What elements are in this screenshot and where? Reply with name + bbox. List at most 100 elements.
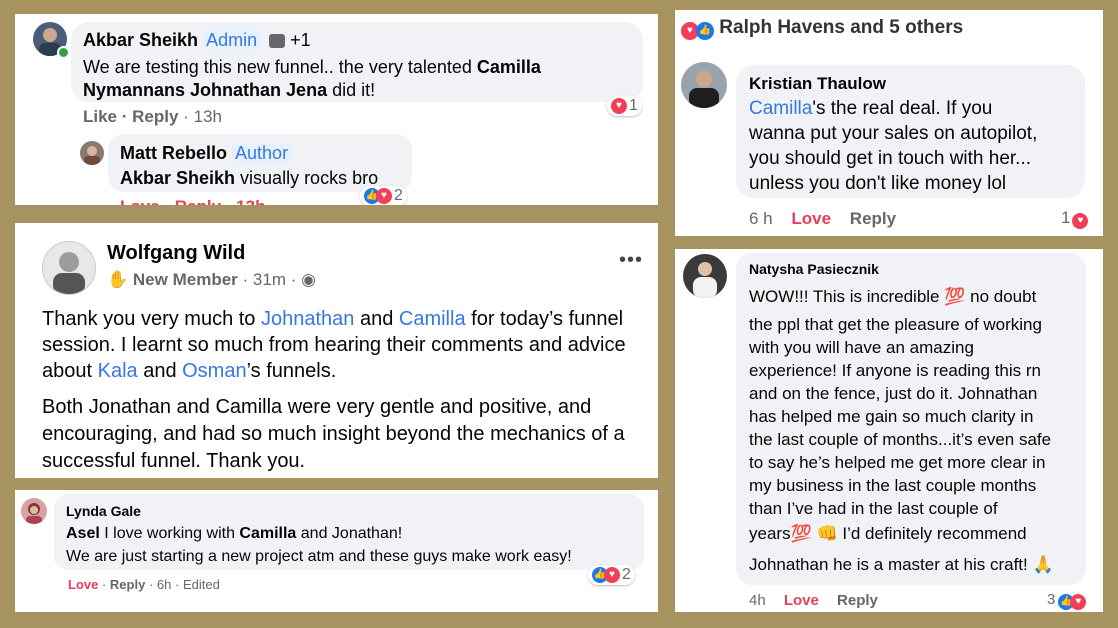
- comment-line-11: Johnathan he is a master at his craft! 🙏: [749, 555, 1054, 575]
- comment-line: than I’ve had in the last couple of: [749, 499, 998, 518]
- mention-camilla[interactable]: Camilla: [399, 308, 466, 330]
- post-line: encouraging, and had so much insight bey…: [42, 423, 625, 445]
- comment-text-part: and Jonathan!: [296, 525, 403, 542]
- separator: ·: [183, 107, 194, 126]
- cut-off-actions-text: Love · Reply · 13h: [120, 197, 265, 205]
- comment-panel-kristian: ♥ 👍 Ralph Havens and 5 others Kristian Th…: [675, 10, 1103, 236]
- avatar[interactable]: [681, 62, 727, 108]
- badge-count: +1: [290, 30, 311, 50]
- hundred-icon: 💯: [790, 524, 812, 543]
- post-line: successful funnel. Thank you.: [42, 450, 306, 472]
- reply-button[interactable]: Reply: [850, 209, 896, 228]
- timestamp[interactable]: 6 h: [749, 209, 773, 228]
- timestamp[interactable]: 6h: [157, 577, 171, 592]
- reactors-text[interactable]: Ralph Havens and 5 others: [719, 17, 963, 38]
- reaction-count[interactable]: 1 ♥: [1061, 208, 1089, 229]
- author-name[interactable]: Natysha Pasiecznik: [749, 261, 879, 277]
- reply-button[interactable]: Reply: [132, 107, 178, 126]
- post-text-part: about: [42, 360, 98, 382]
- separator: ·: [121, 107, 133, 126]
- reply-button[interactable]: Reply: [837, 592, 878, 609]
- reaction-summary[interactable]: ♥ 👍 Ralph Havens and 5 others: [681, 17, 963, 40]
- mention-camilla[interactable]: Camilla: [239, 525, 296, 542]
- author-name[interactable]: Matt Rebello: [120, 143, 227, 163]
- comment-line: the ppl that get the pleasure of working: [749, 315, 1042, 334]
- comment-text-part: I’d definitely recommend: [837, 524, 1027, 543]
- love-button[interactable]: Love: [68, 577, 98, 592]
- more-icon[interactable]: •••: [619, 249, 643, 272]
- separator: ·: [290, 270, 302, 289]
- reply-bubble: Matt Rebello Author Akbar Sheikh visuall…: [108, 134, 412, 192]
- mention-asel[interactable]: Asel: [66, 525, 100, 542]
- comment-line-1: WOW!!! This is incredible 💯 no doubt: [749, 287, 1036, 307]
- heart-icon: ♥: [1072, 213, 1089, 229]
- timestamp[interactable]: 31m: [253, 270, 286, 289]
- comment-actions: Love · Reply · 6h · Edited: [68, 577, 220, 592]
- heart-icon: ♥: [1070, 594, 1087, 610]
- comment-text: We are testing this new funnel.. the ver…: [83, 56, 541, 102]
- comment-line: We are just starting a new project atm a…: [66, 548, 572, 565]
- separator: ·: [148, 577, 157, 592]
- post-panel-wolfgang: Wolfgang Wild ✋ New Member · 31m · ◉ •••…: [15, 223, 658, 478]
- comment-panel-natysha: Natysha Pasiecznik WOW!!! This is incred…: [675, 249, 1103, 612]
- separator: ·: [101, 577, 110, 592]
- avatar[interactable]: [80, 141, 104, 165]
- comment-actions: 4h Love Reply: [749, 592, 878, 609]
- reaction-count[interactable]: 👍 ♥ 2: [588, 565, 635, 585]
- comment-header: Akbar Sheikh Admin +1: [83, 30, 311, 51]
- mention-osman[interactable]: Osman: [182, 360, 246, 382]
- comment-line: has helped me gain so much clarity in: [749, 407, 1034, 426]
- reply-header: Matt Rebello Author: [120, 143, 292, 164]
- comment-bubble: Lynda Gale Asel I love working with Cami…: [54, 494, 644, 570]
- mention-johnathan[interactable]: Johnathan: [261, 308, 354, 330]
- comment-lines: the ppl that get the pleasure of working…: [749, 313, 1051, 520]
- edited-label: Edited: [182, 577, 220, 592]
- author-name[interactable]: Lynda Gale: [66, 503, 141, 519]
- reaction-count[interactable]: 3 👍 ♥: [1047, 591, 1087, 610]
- comment-text-part: years: [749, 524, 791, 543]
- mention-camilla[interactable]: Camilla: [477, 57, 541, 77]
- post-text-part: ’s funnels.: [246, 360, 337, 382]
- comment-line: the last couple of months...it’s even sa…: [749, 430, 1052, 449]
- heart-icon: ♥: [611, 98, 627, 114]
- avatar[interactable]: [21, 498, 47, 524]
- author-name[interactable]: Wolfgang Wild: [107, 242, 245, 265]
- comment-line: my business in the last couple months: [749, 476, 1037, 495]
- timestamp[interactable]: 13h: [194, 107, 222, 126]
- comment-bubble: Akbar Sheikh Admin +1 We are testing thi…: [71, 22, 643, 102]
- reaction-count[interactable]: 👍 ♥ 2: [360, 186, 407, 205]
- author-name[interactable]: Akbar Sheikh: [83, 30, 198, 50]
- mention-camilla[interactable]: Camilla: [749, 98, 812, 119]
- timestamp[interactable]: 4h: [749, 592, 766, 609]
- mention-akbar[interactable]: Akbar Sheikh: [120, 168, 235, 188]
- avatar[interactable]: [42, 241, 96, 295]
- author-name[interactable]: Kristian Thaulow: [749, 74, 886, 94]
- reply-text-part: visually rocks bro: [235, 168, 379, 188]
- reaction-number: 1: [629, 97, 638, 114]
- admin-badge: Admin: [203, 30, 261, 50]
- love-button[interactable]: Love: [784, 592, 819, 609]
- mention-johnathan[interactable]: Johnathan Jena: [185, 80, 327, 100]
- comment-actions: Like · Reply · 13h: [83, 107, 222, 127]
- punch-icon: 👊: [816, 524, 838, 543]
- comment-line: to say he’s helped me get more clear in: [749, 453, 1046, 472]
- mention-nymann[interactable]: Nymannans: [83, 80, 185, 100]
- hundred-icon: 💯: [944, 287, 966, 306]
- avatar[interactable]: [683, 254, 727, 298]
- like-button[interactable]: Like: [83, 107, 117, 126]
- heart-icon: ♥: [604, 567, 620, 583]
- reply-button[interactable]: Reply: [110, 577, 145, 592]
- comment-panel-akbar: Akbar Sheikh Admin +1 We are testing thi…: [15, 14, 658, 205]
- reaction-count[interactable]: ♥ 1: [607, 96, 642, 116]
- comment-text-part: did it!: [327, 80, 376, 100]
- mention-kala[interactable]: Kala: [98, 360, 138, 382]
- comment-line: and on the fence, just do it. Johnathan: [749, 384, 1038, 403]
- comment-panel-lynda: Lynda Gale Asel I love working with Cami…: [15, 490, 658, 612]
- separator: ·: [175, 577, 183, 592]
- post-text: Thank you very much to Johnathan and Cam…: [42, 306, 626, 384]
- comment-text: Asel I love working with Camilla and Jon…: [66, 522, 572, 568]
- love-button[interactable]: Love: [791, 209, 831, 228]
- comment-line-10: years💯 👊 I’d definitely recommend: [749, 524, 1027, 544]
- comment-bubble: Natysha Pasiecznik WOW!!! This is incred…: [736, 253, 1086, 585]
- separator: ·: [242, 270, 253, 289]
